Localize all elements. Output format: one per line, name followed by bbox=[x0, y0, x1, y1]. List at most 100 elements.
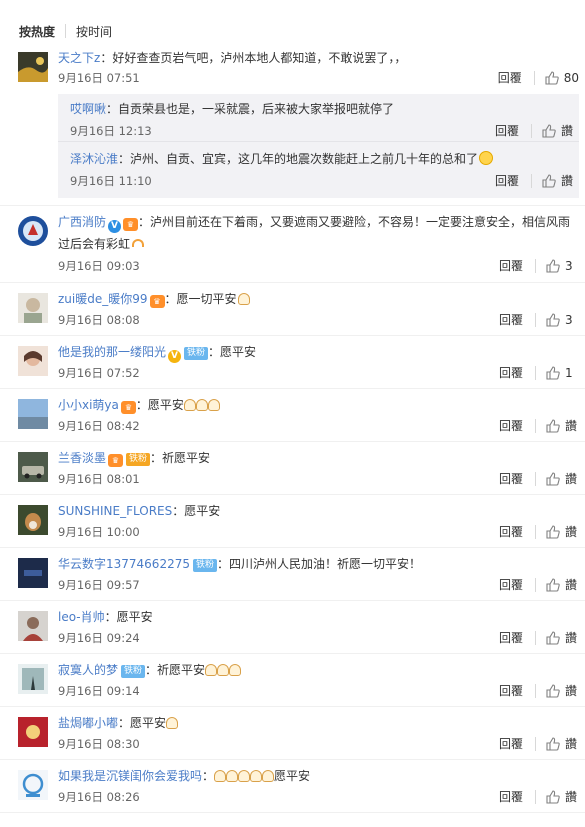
reply-divider bbox=[58, 141, 579, 142]
avatar[interactable] bbox=[18, 293, 48, 323]
comment-text-continued: 愿平安 bbox=[274, 769, 311, 783]
row-divider bbox=[0, 759, 585, 760]
avatar[interactable] bbox=[18, 399, 48, 429]
comment-username[interactable]: leo-肖帅 bbox=[58, 610, 105, 624]
pray-emoji-icon bbox=[229, 664, 242, 676]
comment-username[interactable]: 广西消防 bbox=[58, 215, 106, 229]
reply-button[interactable]: 回覆 bbox=[499, 258, 523, 274]
like-button[interactable]: 讚 bbox=[546, 471, 579, 487]
comment-line: leo-肖帅：愿平安 bbox=[58, 608, 153, 626]
comment-time: 9月16日 08:08 bbox=[58, 313, 140, 327]
comment-actions: 回覆 1 bbox=[499, 365, 579, 381]
reply-button[interactable]: 回覆 bbox=[499, 524, 523, 540]
avatar-image bbox=[18, 664, 48, 694]
pray-emoji-icon bbox=[217, 664, 230, 676]
rainbow-emoji-icon bbox=[132, 239, 145, 247]
action-divider bbox=[535, 684, 536, 698]
reply-button[interactable]: 回覆 bbox=[495, 173, 519, 189]
row-divider bbox=[0, 812, 585, 813]
like-label: 讚 bbox=[561, 174, 574, 188]
like-button[interactable]: 讚 bbox=[542, 123, 575, 139]
like-button[interactable]: 3 bbox=[546, 312, 579, 328]
level-badge-icon: ♛ bbox=[120, 401, 136, 414]
reply-username[interactable]: 哎啊啾 bbox=[70, 102, 106, 116]
like-button[interactable]: 1 bbox=[546, 365, 579, 381]
reply-button[interactable]: 回覆 bbox=[499, 683, 523, 699]
reply-button[interactable]: 回覆 bbox=[499, 418, 523, 434]
like-button[interactable]: 讚 bbox=[542, 173, 575, 189]
comment-text: ：愿平安 bbox=[118, 716, 167, 730]
avatar[interactable] bbox=[18, 717, 48, 747]
comment-line-2: 过后会有彩虹 bbox=[58, 235, 145, 253]
pray-emoji-icon bbox=[205, 664, 218, 676]
reply-button[interactable]: 回覆 bbox=[499, 365, 523, 381]
comment-actions: 回覆 3 bbox=[499, 258, 579, 274]
comment-username[interactable]: 兰香淡墨 bbox=[58, 451, 106, 465]
thumbs-up-icon bbox=[545, 71, 559, 85]
reply-button[interactable]: 回覆 bbox=[499, 312, 523, 328]
pray-emoji-icon bbox=[226, 770, 239, 782]
comment-username[interactable]: 他是我的那一缕阳光 bbox=[58, 345, 166, 359]
like-button[interactable]: 讚 bbox=[546, 789, 579, 805]
avatar[interactable] bbox=[18, 452, 48, 482]
reply-line: 哎啊啾：自贡荣县也是，一采就震，后来被大家举报吧就停了 bbox=[70, 100, 394, 118]
action-divider bbox=[535, 259, 536, 273]
comment-username[interactable]: zui暖de_暖你99 bbox=[58, 292, 148, 306]
comment-username[interactable]: SUNSHINE_FLORES bbox=[58, 504, 172, 518]
comment-username[interactable]: 小小xi萌ya bbox=[58, 398, 119, 412]
reply-button[interactable]: 回覆 bbox=[498, 70, 522, 86]
like-button[interactable]: 3 bbox=[546, 258, 579, 274]
sort-by-hot-tab[interactable]: 按热度 bbox=[19, 23, 55, 40]
comment-line: SUNSHINE_FLORES：愿平安 bbox=[58, 502, 220, 520]
like-button[interactable]: 讚 bbox=[546, 630, 579, 646]
like-label: 讚 bbox=[565, 419, 578, 433]
thumbs-up-icon bbox=[546, 472, 560, 486]
pray-emoji-icon bbox=[166, 717, 179, 729]
reply-button[interactable]: 回覆 bbox=[499, 471, 523, 487]
comment-actions: 回覆 讚 bbox=[499, 471, 579, 487]
reply-time: 9月16日 12:13 bbox=[70, 124, 152, 138]
avatar-image bbox=[18, 770, 48, 800]
comment-username[interactable]: 天之下z bbox=[58, 51, 100, 65]
comment-text: ：愿平安 bbox=[135, 398, 184, 412]
reply-button[interactable]: 回覆 bbox=[499, 789, 523, 805]
avatar[interactable] bbox=[18, 346, 48, 376]
avatar[interactable] bbox=[18, 558, 48, 588]
reply-button[interactable]: 回覆 bbox=[495, 123, 519, 139]
sort-by-time-tab[interactable]: 按时间 bbox=[76, 23, 112, 40]
avatar[interactable] bbox=[18, 664, 48, 694]
row-divider bbox=[0, 441, 585, 442]
like-button[interactable]: 讚 bbox=[546, 736, 579, 752]
action-divider bbox=[535, 313, 536, 327]
reply-button[interactable]: 回覆 bbox=[499, 736, 523, 752]
reply-actions: 回覆 讚 bbox=[495, 123, 575, 139]
like-button[interactable]: 讚 bbox=[546, 577, 579, 593]
comment-username[interactable]: 寂寞人的梦 bbox=[58, 663, 118, 677]
avatar[interactable] bbox=[18, 52, 48, 82]
action-divider bbox=[535, 366, 536, 380]
reply-button[interactable]: 回覆 bbox=[499, 577, 523, 593]
avatar[interactable] bbox=[18, 770, 48, 800]
like-button[interactable]: 讚 bbox=[546, 524, 579, 540]
like-button[interactable]: 讚 bbox=[546, 418, 579, 434]
comment-username[interactable]: 盐焗嘟小嘟 bbox=[58, 716, 118, 730]
like-button[interactable]: 讚 bbox=[546, 683, 579, 699]
comment-username[interactable]: 如果我是沉镁闺你会爱我吗 bbox=[58, 769, 202, 783]
comment-line: 华云数字13774662275 铁粉 ：四川泸州人民加油！祈愿一切平安！ bbox=[58, 555, 421, 573]
avatar[interactable] bbox=[18, 611, 48, 641]
like-button[interactable]: 80 bbox=[545, 70, 579, 86]
row-divider bbox=[0, 547, 585, 548]
action-divider bbox=[535, 472, 536, 486]
avatar-image bbox=[18, 52, 48, 82]
reply-username[interactable]: 泽沐沁淮 bbox=[70, 152, 118, 166]
like-count: 3 bbox=[565, 259, 573, 273]
comment-username[interactable]: 华云数字13774662275 bbox=[58, 557, 190, 571]
thumbs-up-icon bbox=[546, 631, 560, 645]
avatar-image bbox=[18, 717, 48, 747]
reply-button[interactable]: 回覆 bbox=[499, 630, 523, 646]
pray-emoji-icon bbox=[183, 399, 196, 411]
avatar[interactable] bbox=[18, 505, 48, 535]
avatar[interactable] bbox=[18, 216, 48, 246]
comment-text: ：四川泸州人民加油！祈愿一切平安！ bbox=[217, 557, 422, 571]
like-label: 讚 bbox=[565, 684, 578, 698]
